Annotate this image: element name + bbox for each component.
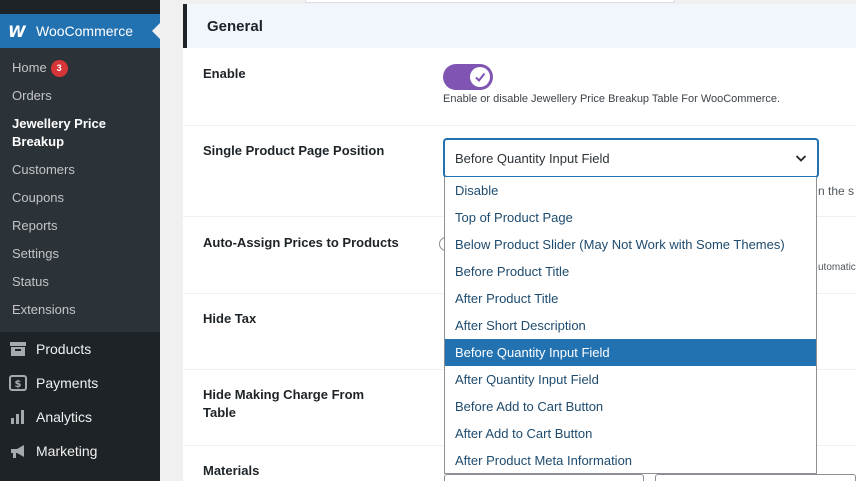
chevron-down-icon [795,155,807,162]
admin-main-menu: Products $ Payments Analytics Marketing [0,332,160,468]
settings-row-enable: Enable [183,48,856,125]
materials-input-2[interactable] [655,474,856,481]
dropdown-option[interactable]: Top of Product Page [445,204,816,231]
menu-item-label: Payments [36,375,99,391]
position-select[interactable]: Before Quantity Input Field [444,139,818,177]
bar-chart-icon [8,408,28,426]
woocommerce-menu-label: WooCommerce [36,23,133,39]
menu-item-label: Marketing [36,443,98,459]
select-value: Before Quantity Input Field [455,150,610,166]
materials-input[interactable] [444,474,644,481]
submenu-item-orders[interactable]: Orders [0,82,160,110]
field-label: Materials [203,463,260,478]
woocommerce-logo-icon: W [8,21,26,41]
enable-toggle[interactable] [443,64,493,90]
tab-edge [305,0,675,3]
checkmark-icon [475,72,486,83]
dropdown-option[interactable]: After Add to Cart Button [445,420,816,447]
megaphone-icon [8,442,28,460]
submenu-item-jewellery-price-breakup[interactable]: Jewellery Price Breakup [0,110,160,156]
dropdown-option[interactable]: Before Add to Cart Button [445,393,816,420]
submenu-item-reports[interactable]: Reports [0,212,160,240]
woocommerce-submenu: Home 3 Orders Jewellery Price Breakup Cus… [0,48,160,332]
admin-sidebar: W WooCommerce Home 3 Orders Jewellery Pri… [0,0,160,481]
section-header: General [183,4,856,48]
dropdown-option[interactable]: Below Product Slider (May Not Work with … [445,231,816,258]
field-label: Auto-Assign Prices to Products [203,235,399,250]
dropdown-option[interactable]: Disable [445,177,816,204]
section-title: General [207,17,263,35]
field-label: Single Product Page Position [203,143,385,158]
field-description: Enable or disable Jewellery Price Breaku… [443,93,781,105]
current-menu-arrow-icon [152,23,160,39]
archive-icon [8,340,28,358]
menu-item-marketing[interactable]: Marketing [0,434,160,468]
toggle-knob [470,67,490,87]
notification-badge: 3 [50,60,68,77]
menu-item-payments[interactable]: $ Payments [0,366,160,400]
submenu-item-coupons[interactable]: Coupons [0,184,160,212]
settings-card: General Enable Enable or disable Jewelle… [183,4,856,481]
dropdown-option[interactable]: After Product Meta Information [445,447,816,473]
field-description-partial: utomatic [818,262,856,273]
dropdown-option[interactable]: Before Product Title [445,258,816,285]
dropdown-option[interactable]: After Quantity Input Field [445,366,816,393]
submenu-item-extensions[interactable]: Extensions [0,296,160,324]
dropdown-option-selected[interactable]: Before Quantity Input Field [445,339,816,366]
woocommerce-menu-header[interactable]: W WooCommerce [0,14,160,48]
submenu-item-label: Home [12,60,47,75]
dollar-icon: $ [8,374,28,392]
menu-item-products[interactable]: Products [0,332,160,366]
dropdown-option[interactable]: After Short Description [445,312,816,339]
menu-item-analytics[interactable]: Analytics [0,400,160,434]
dropdown-option[interactable]: After Product Title [445,285,816,312]
position-dropdown-list: Disable Top of Product Page Below Produc… [444,177,817,474]
submenu-item-settings[interactable]: Settings [0,240,160,268]
submenu-item-status[interactable]: Status [0,268,160,296]
field-label: Hide Making Charge From Table [203,387,365,420]
field-label: Enable [203,66,246,81]
menu-item-label: Products [36,341,92,357]
submenu-item-customers[interactable]: Customers [0,156,160,184]
field-description-partial: n the s [818,184,855,198]
menu-item-label: Analytics [36,409,93,425]
svg-text:$: $ [15,379,22,390]
field-label: Hide Tax [203,311,257,326]
submenu-item-home[interactable]: Home 3 [0,54,160,82]
